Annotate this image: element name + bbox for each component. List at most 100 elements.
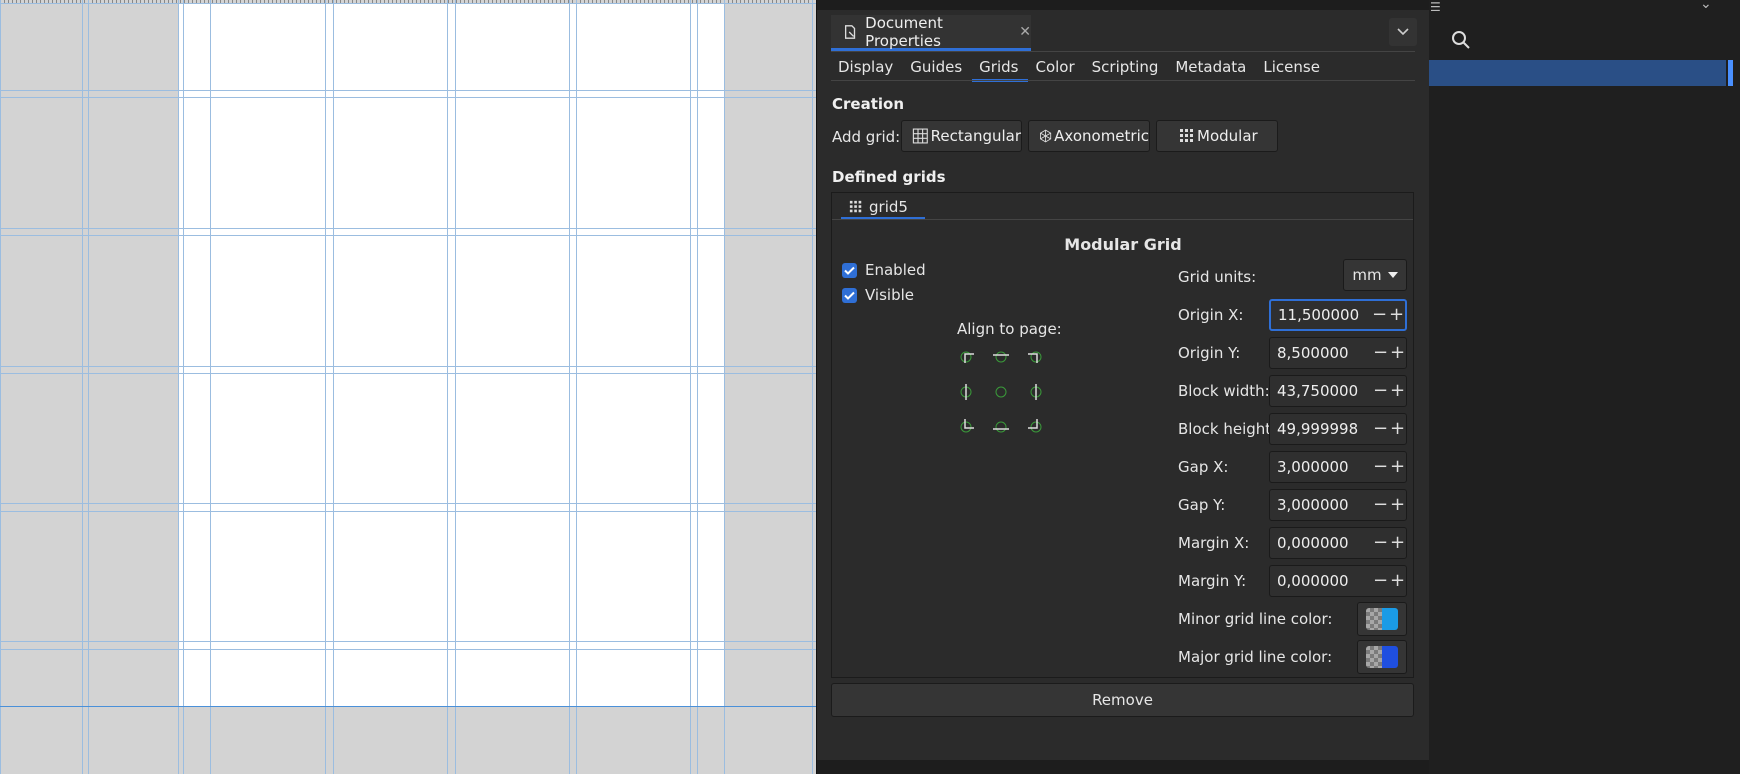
- align-middle-left-icon: [960, 384, 972, 400]
- minor-grid-color-button[interactable]: [1357, 602, 1407, 636]
- decrement-button[interactable]: −: [1372, 458, 1389, 476]
- tab-display[interactable]: Display: [831, 56, 903, 82]
- block-width-spinbox[interactable]: 43,750000 − +: [1269, 375, 1407, 407]
- rectangular-grid-icon: [912, 128, 928, 144]
- selected-layer-row[interactable]: [1420, 60, 1726, 86]
- scrollbar-thumb[interactable]: [1728, 60, 1733, 86]
- origin-y-label: Origin Y:: [1178, 344, 1241, 362]
- origin-x-value[interactable]: 11,500000: [1271, 306, 1371, 324]
- margin-x-spinbox[interactable]: 0,000000 − +: [1269, 527, 1407, 559]
- chevron-down-icon: [1397, 28, 1409, 36]
- close-icon[interactable]: ✕: [1019, 24, 1031, 40]
- color-swatch: [1366, 646, 1398, 668]
- document-properties-icon: [844, 24, 856, 39]
- origin-y-spinbox[interactable]: 8,500000 − +: [1269, 337, 1407, 369]
- increment-button[interactable]: +: [1389, 496, 1406, 514]
- tab-color[interactable]: Color: [1028, 56, 1084, 82]
- origin-x-label: Origin X:: [1178, 306, 1244, 324]
- dialog-top-bar: [817, 0, 1429, 10]
- color-swatch: [1366, 608, 1398, 630]
- gap-y-spinbox[interactable]: 3,000000 − +: [1269, 489, 1407, 521]
- margin-x-label: Margin X:: [1178, 534, 1250, 552]
- tab-metadata[interactable]: Metadata: [1168, 56, 1256, 82]
- increment-button[interactable]: +: [1389, 382, 1406, 400]
- decrement-button[interactable]: −: [1372, 382, 1389, 400]
- increment-button[interactable]: +: [1389, 420, 1406, 438]
- menu-icon[interactable]: ☰: [1430, 0, 1441, 14]
- property-tabs: Display Guides Grids Color Scripting Met…: [831, 56, 1330, 82]
- decrement-button[interactable]: −: [1372, 572, 1389, 590]
- decrement-button[interactable]: −: [1372, 420, 1389, 438]
- dialog-bottom-bar: [817, 760, 1429, 774]
- add-rectangular-grid-button[interactable]: Rectangular: [901, 120, 1022, 152]
- major-color-label: Major grid line color:: [1178, 648, 1333, 666]
- creation-heading: Creation: [832, 95, 904, 113]
- align-top-left-icon: [960, 351, 974, 363]
- gap-y-value[interactable]: 3,000000: [1270, 496, 1372, 514]
- search-icon[interactable]: [1451, 30, 1471, 50]
- margin-y-value[interactable]: 0,000000: [1270, 572, 1372, 590]
- gap-x-label: Gap X:: [1178, 458, 1229, 476]
- tab-grids[interactable]: Grids: [972, 56, 1029, 82]
- dialog-tab[interactable]: Document Properties ✕: [831, 13, 1031, 51]
- increment-button[interactable]: +: [1388, 306, 1405, 324]
- dialog-tab-title: Document Properties: [865, 13, 943, 50]
- block-height-value[interactable]: 49,999998: [1270, 420, 1372, 438]
- grid-units-select[interactable]: mm: [1343, 259, 1407, 291]
- align-bottom-right-icon: [1028, 419, 1042, 433]
- remove-grid-button[interactable]: Remove: [831, 683, 1414, 717]
- grid-tab-label: grid5: [869, 197, 908, 216]
- tab-scripting[interactable]: Scripting: [1085, 56, 1169, 82]
- defined-grids-heading: Defined grids: [832, 168, 946, 186]
- block-width-value[interactable]: 43,750000: [1270, 382, 1372, 400]
- visible-checkbox[interactable]: Visible: [842, 286, 914, 304]
- align-to-page-label: Align to page:: [957, 320, 1062, 338]
- enabled-checkbox[interactable]: Enabled: [842, 261, 926, 279]
- block-height-spinbox[interactable]: 49,999998 − +: [1269, 413, 1407, 445]
- increment-button[interactable]: +: [1389, 344, 1406, 362]
- align-bottom-center-icon: [993, 421, 1009, 433]
- grid-tab-grid5[interactable]: grid5: [841, 196, 925, 220]
- decrement-button[interactable]: −: [1372, 344, 1389, 362]
- canvas-area[interactable]: [0, 0, 816, 774]
- align-anchor-grid[interactable]: [957, 346, 1057, 436]
- origin-x-spinbox[interactable]: 11,500000 − +: [1269, 299, 1407, 331]
- decrement-button[interactable]: −: [1371, 306, 1388, 324]
- increment-button[interactable]: +: [1389, 572, 1406, 590]
- divider: [831, 80, 1415, 81]
- checkbox-checked-icon: [842, 262, 857, 278]
- margin-y-spinbox[interactable]: 0,000000 − +: [1269, 565, 1407, 597]
- grid-type-title: Modular Grid: [1064, 235, 1182, 254]
- minor-color-label: Minor grid line color:: [1178, 610, 1333, 628]
- align-top-right-icon: [1028, 351, 1042, 363]
- gap-y-label: Gap Y:: [1178, 496, 1226, 514]
- origin-y-value[interactable]: 8,500000: [1270, 344, 1372, 362]
- modular-grid-icon: [1180, 129, 1193, 142]
- gap-x-spinbox[interactable]: 3,000000 − +: [1269, 451, 1407, 483]
- tab-guides[interactable]: Guides: [903, 56, 972, 82]
- increment-button[interactable]: +: [1389, 534, 1406, 552]
- enabled-label: Enabled: [865, 261, 926, 279]
- major-grid-color-button[interactable]: [1357, 640, 1407, 674]
- dock-menu-button[interactable]: [1389, 18, 1417, 46]
- add-axonometric-grid-button[interactable]: Axonometric: [1028, 120, 1150, 152]
- axonometric-label: Axonometric: [1054, 127, 1149, 145]
- tab-license[interactable]: License: [1256, 56, 1330, 82]
- add-modular-grid-button[interactable]: Modular: [1156, 120, 1278, 152]
- add-grid-label: Add grid:: [832, 128, 901, 146]
- decrement-button[interactable]: −: [1372, 534, 1389, 552]
- rectangular-label: Rectangular: [930, 127, 1021, 145]
- visible-label: Visible: [865, 286, 914, 304]
- margin-x-value[interactable]: 0,000000: [1270, 534, 1372, 552]
- grid-units-label: Grid units:: [1178, 268, 1257, 286]
- checkbox-checked-icon: [842, 287, 857, 303]
- decrement-button[interactable]: −: [1372, 496, 1389, 514]
- chevron-down-icon[interactable]: ⌄: [1700, 0, 1712, 12]
- gap-x-value[interactable]: 3,000000: [1270, 458, 1372, 476]
- axonometric-grid-icon: [1040, 129, 1052, 143]
- block-height-label: Block height:: [1178, 420, 1277, 438]
- caret-down-icon: [1387, 272, 1398, 278]
- grid-units-value: mm: [1352, 266, 1382, 284]
- increment-button[interactable]: +: [1389, 458, 1406, 476]
- divider: [832, 219, 1413, 220]
